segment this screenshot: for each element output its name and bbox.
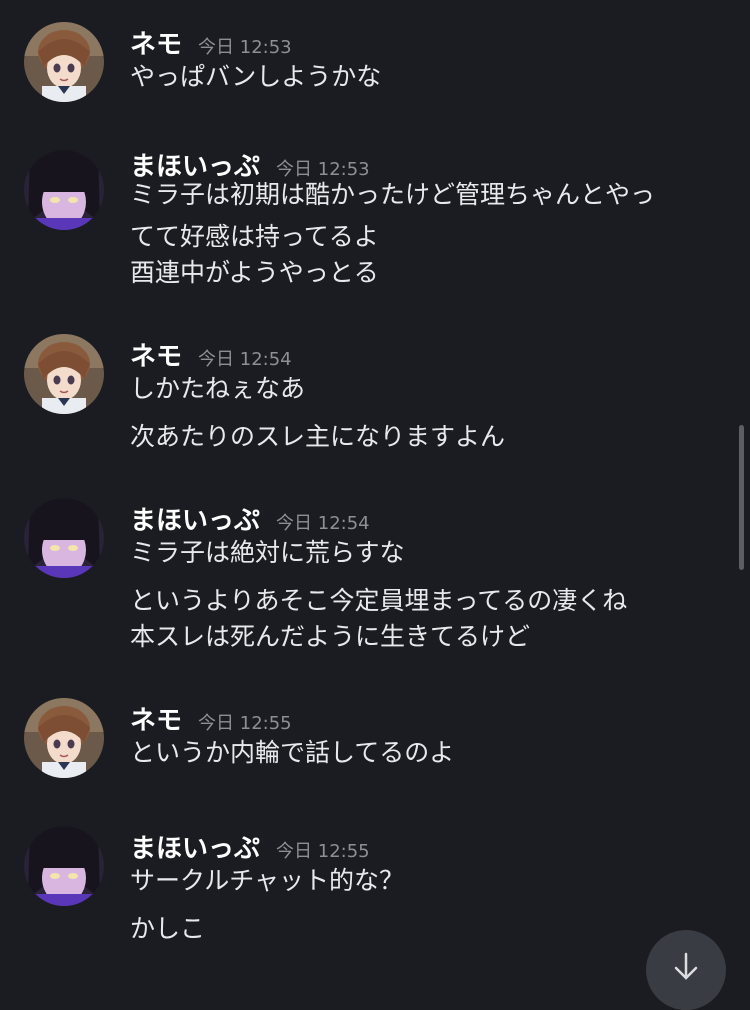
avatar-image xyxy=(24,826,104,906)
message-text: てて好感は持ってるよ xyxy=(130,222,379,251)
message-text: というか内輪で話してるのよ xyxy=(130,738,455,767)
username[interactable]: まほいっぷ xyxy=(130,500,260,537)
message-text: しかたねぇなあ xyxy=(130,374,306,403)
user-avatar-nemo[interactable] xyxy=(24,334,104,414)
message-text: 次あたりのスレ主になりますよん xyxy=(130,422,506,451)
avatar-image xyxy=(24,22,104,102)
message-text: やっぱバンしようかな xyxy=(130,62,382,91)
username[interactable]: ネモ xyxy=(130,24,182,61)
user-avatar-nemo[interactable] xyxy=(24,698,104,778)
user-avatar-mahoippu[interactable] xyxy=(24,498,104,578)
username[interactable]: ネモ xyxy=(130,700,182,737)
timestamp: 今日 12:55 xyxy=(276,841,370,862)
username[interactable]: ネモ xyxy=(130,336,182,373)
message-text: 酉連中がようやっとる xyxy=(130,258,379,287)
timestamp: 今日 12:54 xyxy=(276,513,370,534)
jump-to-present-button[interactable] xyxy=(646,930,726,1010)
message-text: サークルチャット的な？ xyxy=(130,866,405,895)
timestamp: 今日 12:53 xyxy=(198,37,292,58)
message-text: かしこ xyxy=(130,914,206,943)
user-avatar-mahoippu[interactable] xyxy=(24,150,104,230)
avatar-image xyxy=(24,498,104,578)
user-avatar-nemo[interactable] xyxy=(24,22,104,102)
avatar-image xyxy=(24,698,104,778)
message-text: ミラ子は絶対に荒らすな xyxy=(130,538,405,567)
scrollbar[interactable] xyxy=(739,425,744,570)
message-text: というよりあそこ今定員埋まってるの凄くね xyxy=(130,586,628,615)
timestamp: 今日 12:55 xyxy=(198,713,292,734)
user-avatar-mahoippu[interactable] xyxy=(24,826,104,906)
avatar-image xyxy=(24,150,104,230)
message-text: ミラ子は初期は酷かったけど管理ちゃんとやっ xyxy=(130,180,656,209)
arrow-down-icon xyxy=(674,952,698,980)
timestamp: 今日 12:54 xyxy=(198,349,292,370)
username[interactable]: まほいっぷ xyxy=(130,828,260,865)
message-text: 本スレは死んだように生きてるけど xyxy=(130,622,531,651)
avatar-image xyxy=(24,334,104,414)
